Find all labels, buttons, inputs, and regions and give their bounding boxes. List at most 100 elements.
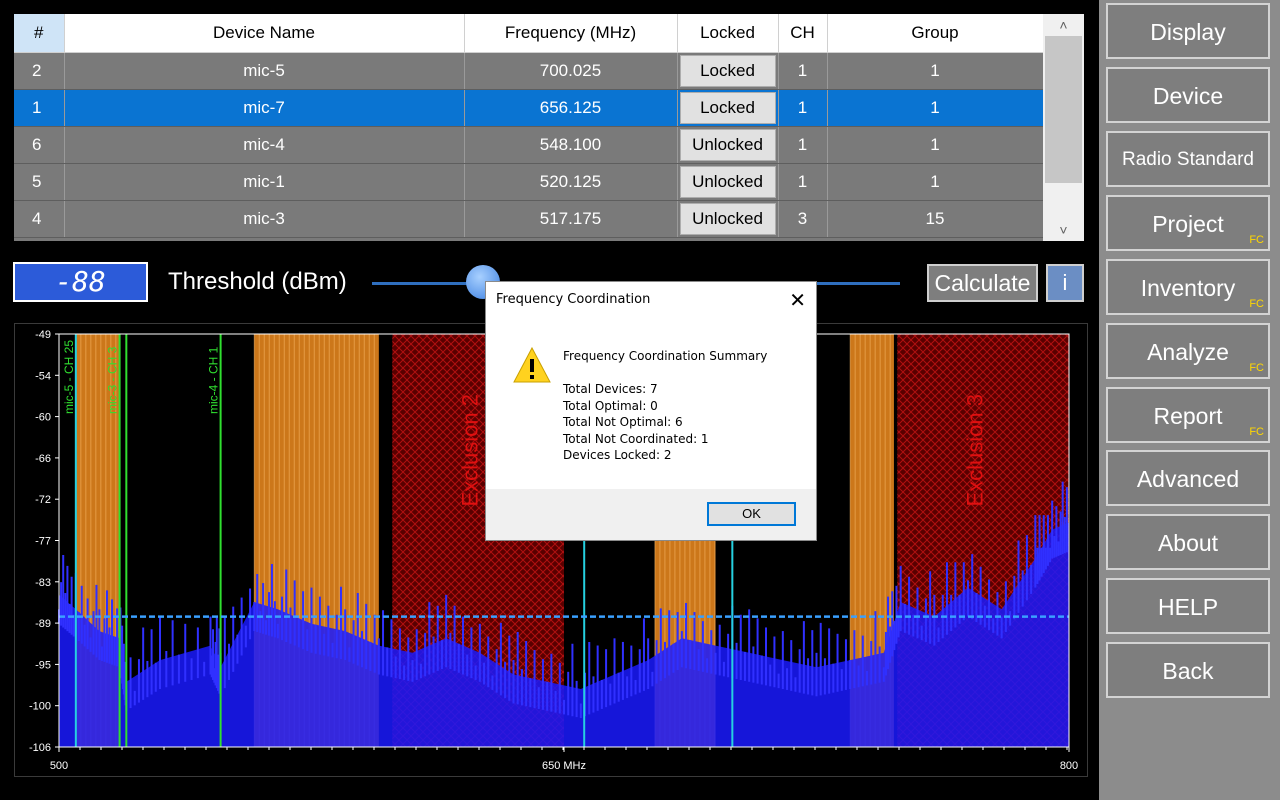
x-tick-label: 650 MHz <box>542 760 586 772</box>
cell-number: 6 <box>14 126 65 164</box>
exclusion-label: Exclusion 2 <box>457 394 482 507</box>
fc-tag: FC <box>1249 426 1264 438</box>
cell-locked: Unlocked <box>677 163 779 201</box>
table-row-selected[interactable]: 1 mic-7 656.125 Locked 1 1 <box>14 89 1044 127</box>
channel-label: mic-5 - CH 25 <box>62 340 76 414</box>
column-header-number[interactable]: # <box>14 14 65 53</box>
lock-toggle-button[interactable]: Locked <box>679 92 776 124</box>
report-button-label: Report <box>1153 403 1223 429</box>
dialog-footer: OK <box>486 489 816 540</box>
cell-number: 4 <box>14 200 65 238</box>
close-icon[interactable]: ✕ <box>789 288 806 313</box>
exclusion-label: Exclusion 3 <box>962 394 987 507</box>
lock-toggle-button[interactable]: Unlocked <box>679 129 776 161</box>
cell-group: 1 <box>827 52 1044 90</box>
sidebar: Display Device Radio Standard Project FC … <box>1099 0 1280 800</box>
cell-device-name: mic-4 <box>64 126 465 164</box>
cell-ch: 3 <box>778 200 828 238</box>
threshold-label: Threshold (dBm) <box>168 268 347 295</box>
info-button[interactable]: i <box>1046 264 1084 302</box>
column-header-device-name[interactable]: Device Name <box>64 14 465 53</box>
fc-tag: FC <box>1249 298 1264 310</box>
calculate-button[interactable]: Calculate <box>927 264 1038 302</box>
cell-frequency: 656.125 <box>464 89 678 127</box>
cell-frequency: 700.025 <box>464 52 678 90</box>
y-tick-label: -60 <box>35 412 51 424</box>
x-tick-label: 500 <box>50 760 68 772</box>
summary-total-devices: Total Devices: 7 <box>563 382 658 396</box>
device-table: # Device Name Frequency (MHz) Locked CH … <box>14 14 1044 238</box>
summary-total-optimal: Total Optimal: 0 <box>563 398 658 413</box>
advanced-button-label: Advanced <box>1136 466 1240 492</box>
fc-tag: FC <box>1249 234 1264 246</box>
cell-ch: 1 <box>778 163 828 201</box>
y-tick-label: -72 <box>35 494 51 506</box>
radio-standard-button[interactable]: Radio Standard <box>1106 131 1270 187</box>
table-scrollbar[interactable]: ˄ ˅ <box>1043 14 1084 241</box>
inventory-button[interactable]: Inventory FC <box>1106 259 1270 315</box>
ok-button[interactable]: OK <box>707 502 796 526</box>
display-button[interactable]: Display <box>1106 3 1270 59</box>
lock-toggle-button[interactable]: Unlocked <box>679 166 776 198</box>
dialog-heading: Frequency Coordination Summary <box>563 349 768 363</box>
device-button[interactable]: Device <box>1106 67 1270 123</box>
analyze-button[interactable]: Analyze FC <box>1106 323 1270 379</box>
cell-device-name: mic-3 <box>64 200 465 238</box>
about-button[interactable]: About <box>1106 514 1270 570</box>
cell-device-name: mic-5 <box>64 52 465 90</box>
cell-device-name: mic-1 <box>64 163 465 201</box>
chevron-up-icon[interactable]: ˄ <box>1043 14 1084 36</box>
cell-locked: Locked <box>677 52 779 90</box>
scrollbar-thumb[interactable] <box>1045 36 1082 183</box>
summary-total-not-coordinated: Total Not Coordinated: 1 <box>563 431 709 446</box>
cell-device-name: mic-7 <box>64 89 465 127</box>
cell-locked: Unlocked <box>677 126 779 164</box>
y-tick-label: -83 <box>35 577 51 589</box>
y-tick-label: -54 <box>35 370 51 382</box>
table-row[interactable]: 5 mic-1 520.125 Unlocked 1 1 <box>14 163 1044 201</box>
cell-frequency: 517.175 <box>464 200 678 238</box>
report-button[interactable]: Report FC <box>1106 387 1270 443</box>
cell-group: 1 <box>827 126 1044 164</box>
back-button[interactable]: Back <box>1106 642 1270 698</box>
y-tick-label: -66 <box>35 453 51 465</box>
help-button[interactable]: HELP <box>1106 578 1270 634</box>
cell-group: 1 <box>827 163 1044 201</box>
cell-group: 15 <box>827 200 1044 238</box>
warning-icon <box>513 346 551 383</box>
channel-label: mic-3 - CH 3 <box>106 346 120 414</box>
lock-toggle-button[interactable]: Unlocked <box>679 203 776 235</box>
table-row[interactable]: 4 mic-3 517.175 Unlocked 3 15 <box>14 200 1044 238</box>
help-button-label: HELP <box>1157 594 1219 620</box>
threshold-value-display: -88 <box>13 262 148 302</box>
cell-ch: 1 <box>778 126 828 164</box>
column-header-group[interactable]: Group <box>827 14 1044 53</box>
lock-toggle-button[interactable]: Locked <box>679 55 776 87</box>
x-tick-label: 800 <box>1060 760 1078 772</box>
back-button-label: Back <box>1162 658 1214 684</box>
project-button-label: Project <box>1152 211 1224 237</box>
table-row[interactable]: 2 mic-5 700.025 Locked 1 1 <box>14 52 1044 90</box>
analyze-button-label: Analyze <box>1147 339 1229 365</box>
inventory-button-label: Inventory <box>1140 275 1236 301</box>
device-button-label: Device <box>1152 83 1224 109</box>
cell-frequency: 520.125 <box>464 163 678 201</box>
cell-number: 5 <box>14 163 65 201</box>
about-button-label: About <box>1157 530 1219 556</box>
y-tick-label: -77 <box>35 536 51 548</box>
device-table-panel: # Device Name Frequency (MHz) Locked CH … <box>14 14 1084 241</box>
column-header-locked[interactable]: Locked <box>677 14 779 53</box>
cell-number: 1 <box>14 89 65 127</box>
cell-ch: 1 <box>778 89 828 127</box>
advanced-button[interactable]: Advanced <box>1106 450 1270 506</box>
cell-locked: Unlocked <box>677 200 779 238</box>
y-tick-label: -89 <box>35 618 51 630</box>
cell-frequency: 548.100 <box>464 126 678 164</box>
column-header-frequency[interactable]: Frequency (MHz) <box>464 14 678 53</box>
cell-number: 2 <box>14 52 65 90</box>
column-header-ch[interactable]: CH <box>778 14 828 53</box>
chevron-down-icon[interactable]: ˅ <box>1043 219 1084 241</box>
summary-total-not-optimal: Total Not Optimal: 6 <box>563 415 683 429</box>
table-row[interactable]: 6 mic-4 548.100 Unlocked 1 1 <box>14 126 1044 164</box>
project-button[interactable]: Project FC <box>1106 195 1270 251</box>
